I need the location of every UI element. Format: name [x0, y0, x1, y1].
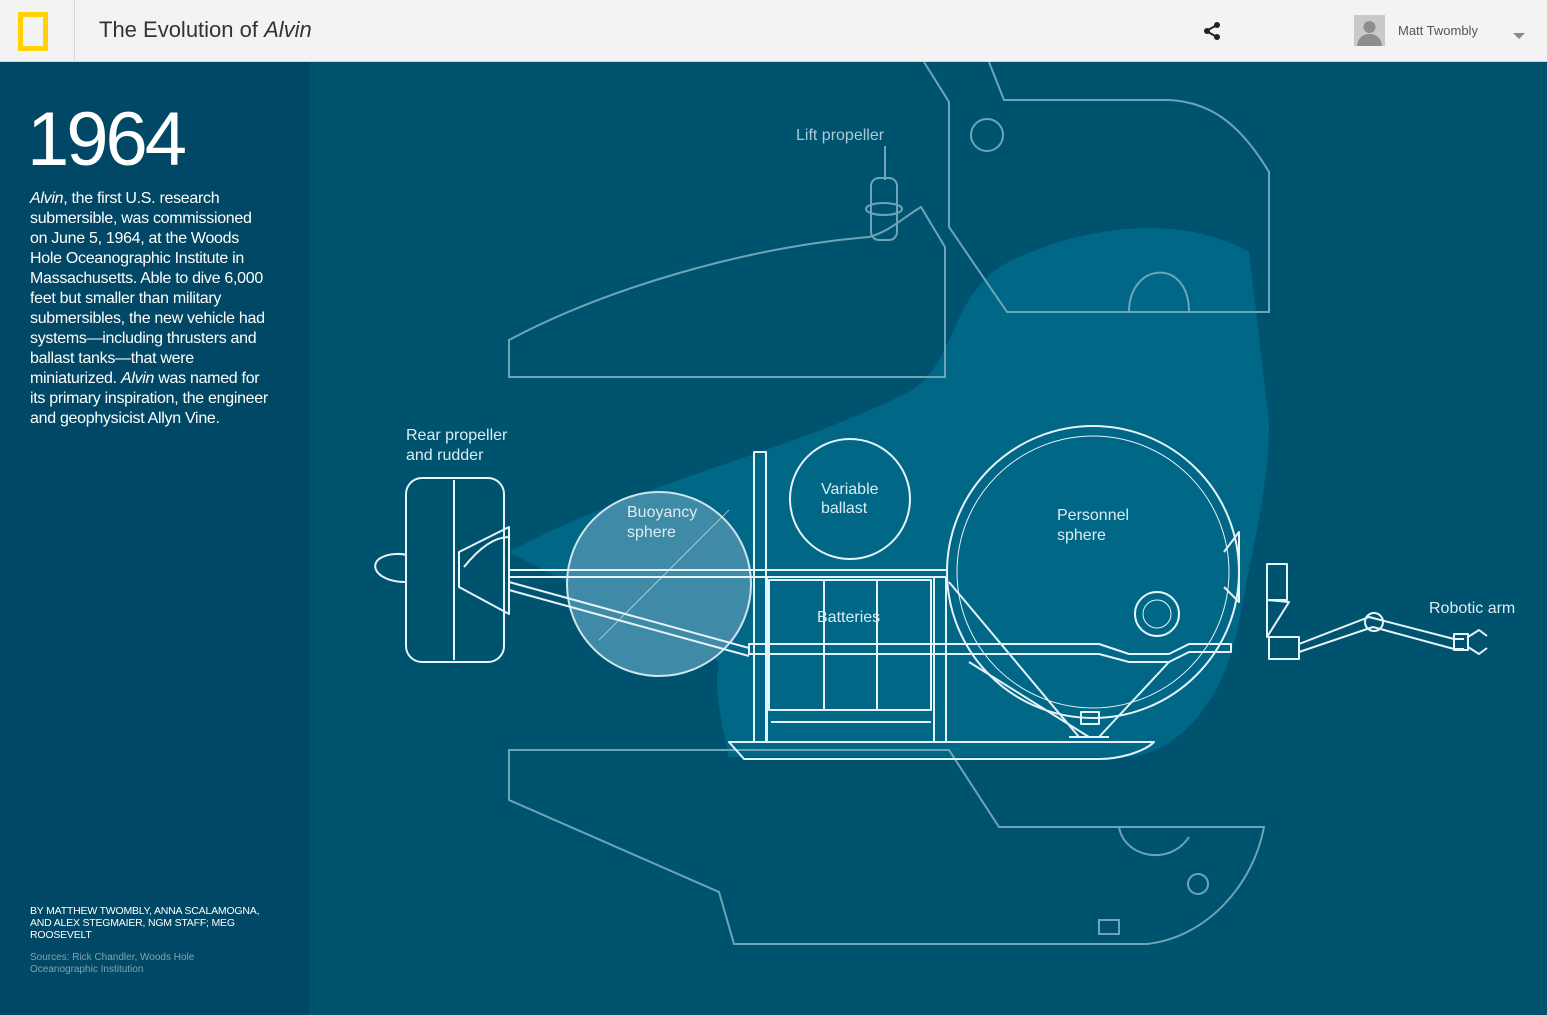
lower-hatch [1098, 919, 1120, 935]
user-name[interactable]: Matt Twombly [1398, 23, 1478, 38]
page-title: The Evolution of Alvin [99, 17, 312, 43]
label-buoyancy-1: Buoyancy [627, 504, 697, 521]
label-variable-1: Variable [821, 481, 879, 498]
label-personnel-1: Personnel [1057, 507, 1129, 524]
alvin-diagram: Lift propeller Rear propeller and rudder… [309, 62, 1547, 1015]
label-lift-propeller: Lift propeller [796, 127, 885, 144]
diagram-svg: Lift propeller Rear propeller and rudder… [374, 62, 1515, 945]
label-rear-propeller-2: and rudder [406, 447, 484, 464]
upper-port [970, 118, 1004, 152]
description-italic-2: Alvin [120, 370, 155, 387]
lower-fairing [508, 749, 1266, 945]
page-title-italic: Alvin [264, 17, 312, 42]
label-personnel-2: sphere [1057, 527, 1106, 544]
lower-port [1187, 873, 1209, 895]
propeller-nose [374, 552, 407, 583]
description-part-1: , the first U.S. research submersible, w… [30, 190, 265, 387]
share-icon [1204, 22, 1220, 40]
avatar[interactable] [1354, 15, 1385, 46]
sidebar: 1964 Alvin, the first U.S. research subm… [0, 62, 309, 1015]
share-button[interactable] [1200, 19, 1224, 43]
chevron-down-icon[interactable] [1513, 33, 1525, 39]
label-batteries: Batteries [817, 609, 880, 626]
description-text: Alvin, the first U.S. research submersib… [30, 189, 270, 429]
robotic-arm-base [1266, 563, 1288, 601]
robotic-arm [1298, 616, 1464, 645]
logo-link[interactable] [0, 0, 75, 62]
lower-arch [1118, 826, 1190, 856]
label-variable-2: ballast [821, 500, 868, 517]
page-title-prefix: The Evolution of [99, 17, 265, 42]
sources-note: Sources: Rick Chandler, Woods Hole Ocean… [30, 952, 195, 975]
label-robotic-arm: Robotic arm [1429, 600, 1515, 617]
year-heading: 1964 [27, 97, 187, 182]
upper-fairing [508, 205, 946, 378]
top-header: The Evolution of Alvin Matt Twombly [0, 0, 1547, 62]
logo-icon [18, 12, 48, 51]
label-buoyancy-2: sphere [627, 524, 676, 541]
description-italic-1: Alvin [30, 190, 64, 207]
avatar-icon [1354, 15, 1385, 46]
byline: By Matthew Twombly, Anna Scalamogna, and… [30, 905, 260, 941]
label-rear-propeller-1: Rear propeller [406, 427, 508, 444]
